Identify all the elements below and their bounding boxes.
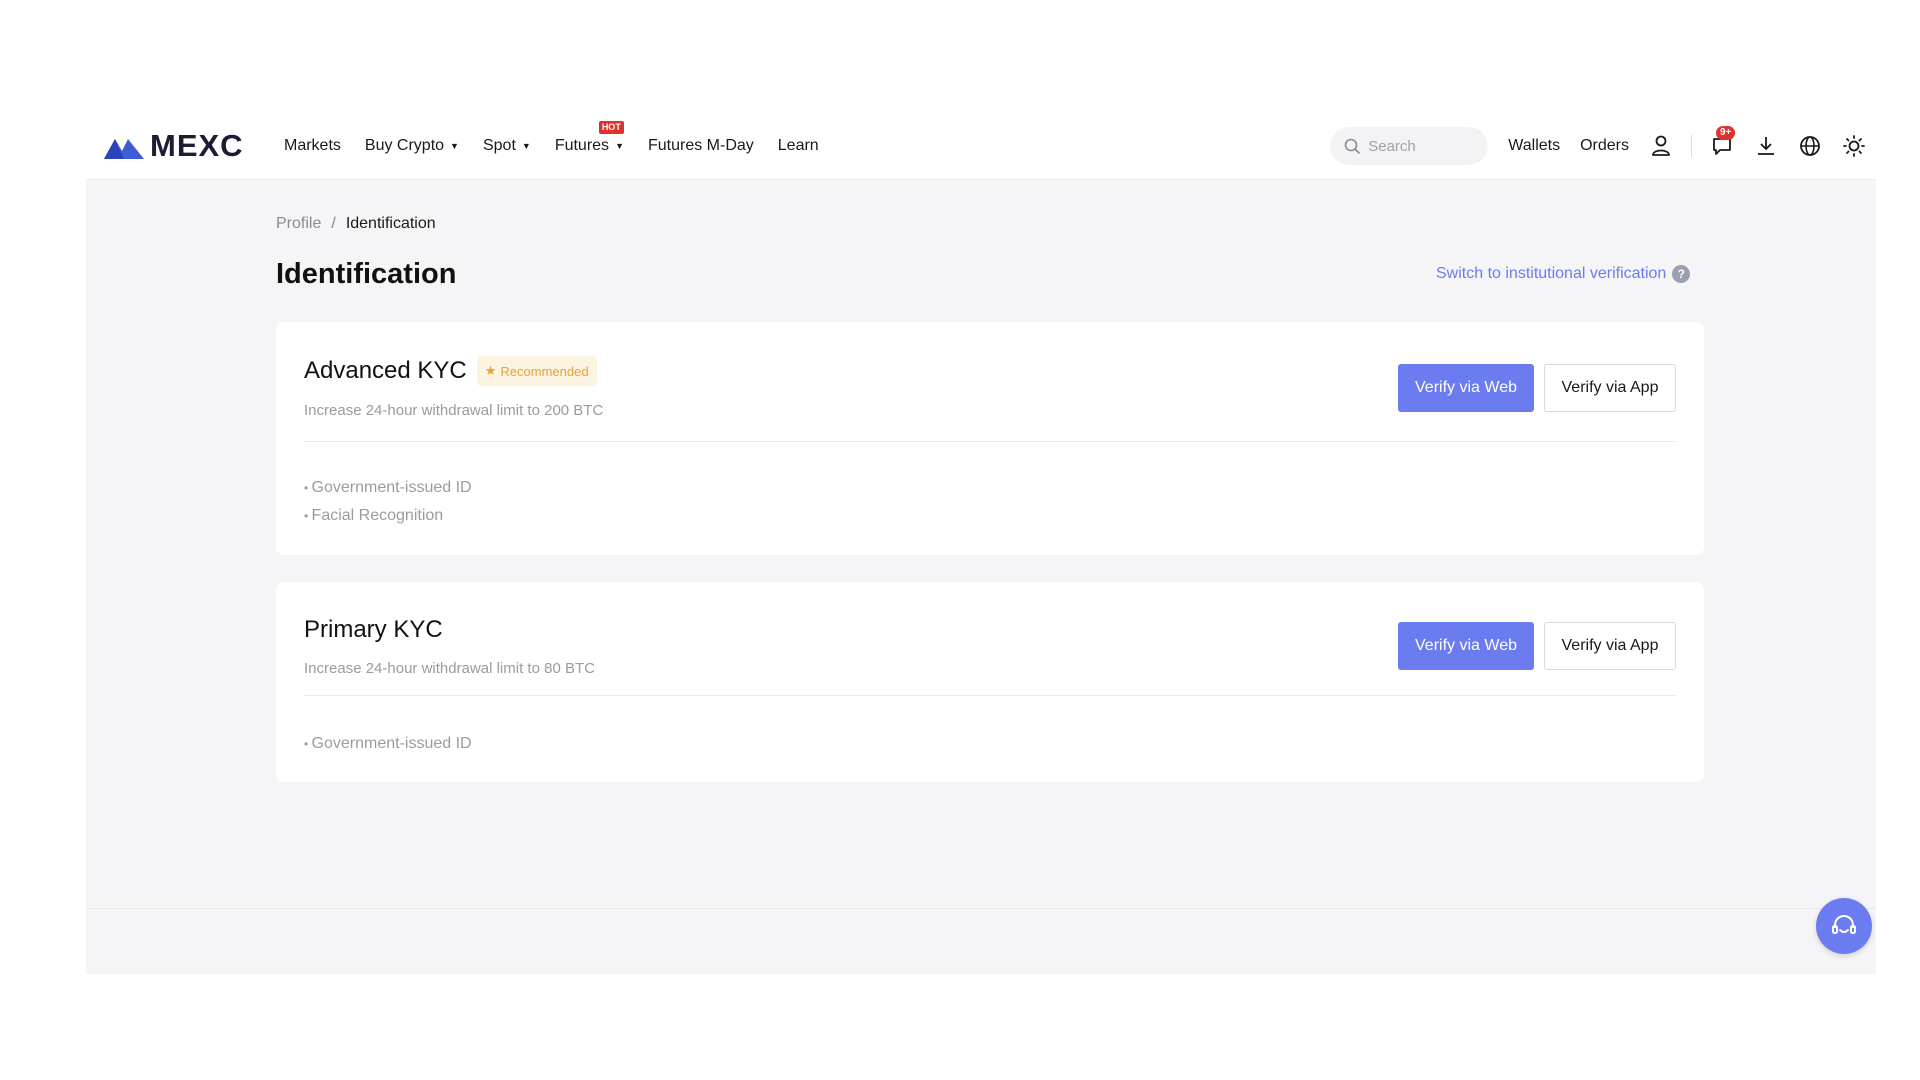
language-button[interactable] — [1798, 134, 1822, 158]
search-icon — [1344, 138, 1361, 154]
nav-buy-crypto[interactable]: Buy Crypto ▼ — [365, 137, 459, 155]
verify-via-app-button[interactable]: Verify via App — [1544, 622, 1676, 670]
recommended-label: Recommended — [500, 363, 589, 379]
verify-via-web-button[interactable]: Verify via Web — [1398, 364, 1534, 412]
globe-icon — [1800, 136, 1820, 156]
messages-button[interactable]: 9+ — [1710, 126, 1736, 158]
theme-toggle[interactable] — [1842, 134, 1866, 158]
mexc-mountain-icon — [104, 139, 144, 159]
verify-via-web-button[interactable]: Verify via Web — [1398, 622, 1534, 670]
star-icon: ★ — [484, 363, 497, 378]
requirements-list: Government-issued ID — [276, 696, 1704, 758]
nav-markets[interactable]: Markets — [284, 137, 341, 155]
support-chat-button[interactable] — [1816, 898, 1872, 954]
search-input[interactable] — [1368, 137, 1479, 155]
institutional-link-label: Switch to institutional verification — [1436, 265, 1667, 282]
institutional-verification-link[interactable]: Switch to institutional verification ? — [1436, 265, 1691, 283]
card-actions: Verify via Web Verify via App — [1398, 364, 1676, 412]
breadcrumb: Profile / Identification — [276, 215, 436, 233]
download-button[interactable] — [1754, 134, 1778, 158]
nav-futures[interactable]: Futures ▼ HOT — [554, 121, 624, 155]
list-item: Facial Recognition — [304, 502, 1676, 530]
breadcrumb-profile[interactable]: Profile — [276, 215, 321, 233]
nav-futures-label: Futures — [554, 137, 610, 154]
nav-futures-mday-label: Futures M-Day — [647, 137, 754, 154]
card-header: Advanced KYC ★ Recommended Increase 24-h… — [304, 322, 1676, 442]
list-item: Government-issued ID — [304, 730, 1676, 758]
nav-markets-label: Markets — [284, 137, 341, 154]
page-title: Identification — [276, 258, 457, 290]
card-actions: Verify via Web Verify via App — [1398, 622, 1676, 670]
mexc-logo[interactable]: MEXC — [104, 126, 244, 166]
nav-divider — [1691, 135, 1692, 157]
card-title: Advanced KYC — [304, 357, 467, 384]
notification-badge: 9+ — [1716, 126, 1736, 140]
brand-name: MEXC — [150, 128, 244, 163]
nav-buy-crypto-label: Buy Crypto — [364, 137, 445, 154]
nav-learn[interactable]: Learn — [778, 137, 819, 155]
chevron-down-icon: ▼ — [450, 141, 459, 151]
download-icon — [1758, 137, 1774, 155]
nav-spot[interactable]: Spot ▼ — [483, 137, 531, 155]
page-frame: MEXC Markets Buy Crypto ▼ Spot ▼ Futures… — [86, 112, 1876, 974]
user-button[interactable] — [1649, 134, 1673, 158]
wallets-link[interactable]: Wallets — [1508, 137, 1560, 155]
nav-spot-label: Spot — [482, 137, 516, 154]
nav-futures-mday[interactable]: Futures M-Day — [648, 137, 754, 155]
top-navigation: MEXC Markets Buy Crypto ▼ Spot ▼ Futures… — [86, 112, 1876, 180]
chevron-down-icon: ▼ — [615, 141, 624, 151]
breadcrumb-current: Identification — [345, 215, 436, 232]
sun-icon — [1843, 135, 1865, 157]
search-box — [1330, 127, 1489, 165]
hot-badge: HOT — [598, 121, 624, 134]
right-nav: Wallets Orders 9+ — [1330, 112, 1876, 180]
card-title: Primary KYC — [304, 616, 443, 643]
list-item: Government-issued ID — [304, 474, 1676, 502]
main-nav: Markets Buy Crypto ▼ Spot ▼ Futures ▼ HO… — [284, 112, 819, 180]
primary-kyc-card: Primary KYC Increase 24-hour withdrawal … — [276, 582, 1704, 782]
orders-link[interactable]: Orders — [1580, 137, 1629, 155]
headset-icon — [1832, 915, 1856, 934]
breadcrumb-separator: / — [331, 215, 336, 232]
advanced-kyc-card: Advanced KYC ★ Recommended Increase 24-h… — [276, 322, 1704, 555]
verify-via-app-button[interactable]: Verify via App — [1544, 364, 1676, 412]
requirements-list: Government-issued ID Facial Recognition — [276, 442, 1704, 530]
footer-divider — [86, 908, 1876, 909]
user-icon — [1652, 135, 1670, 156]
recommended-badge: ★ Recommended — [476, 356, 597, 386]
help-icon[interactable]: ? — [1672, 265, 1691, 283]
chevron-down-icon: ▼ — [521, 141, 531, 151]
nav-learn-label: Learn — [777, 137, 819, 154]
card-header: Primary KYC Increase 24-hour withdrawal … — [304, 582, 1676, 696]
